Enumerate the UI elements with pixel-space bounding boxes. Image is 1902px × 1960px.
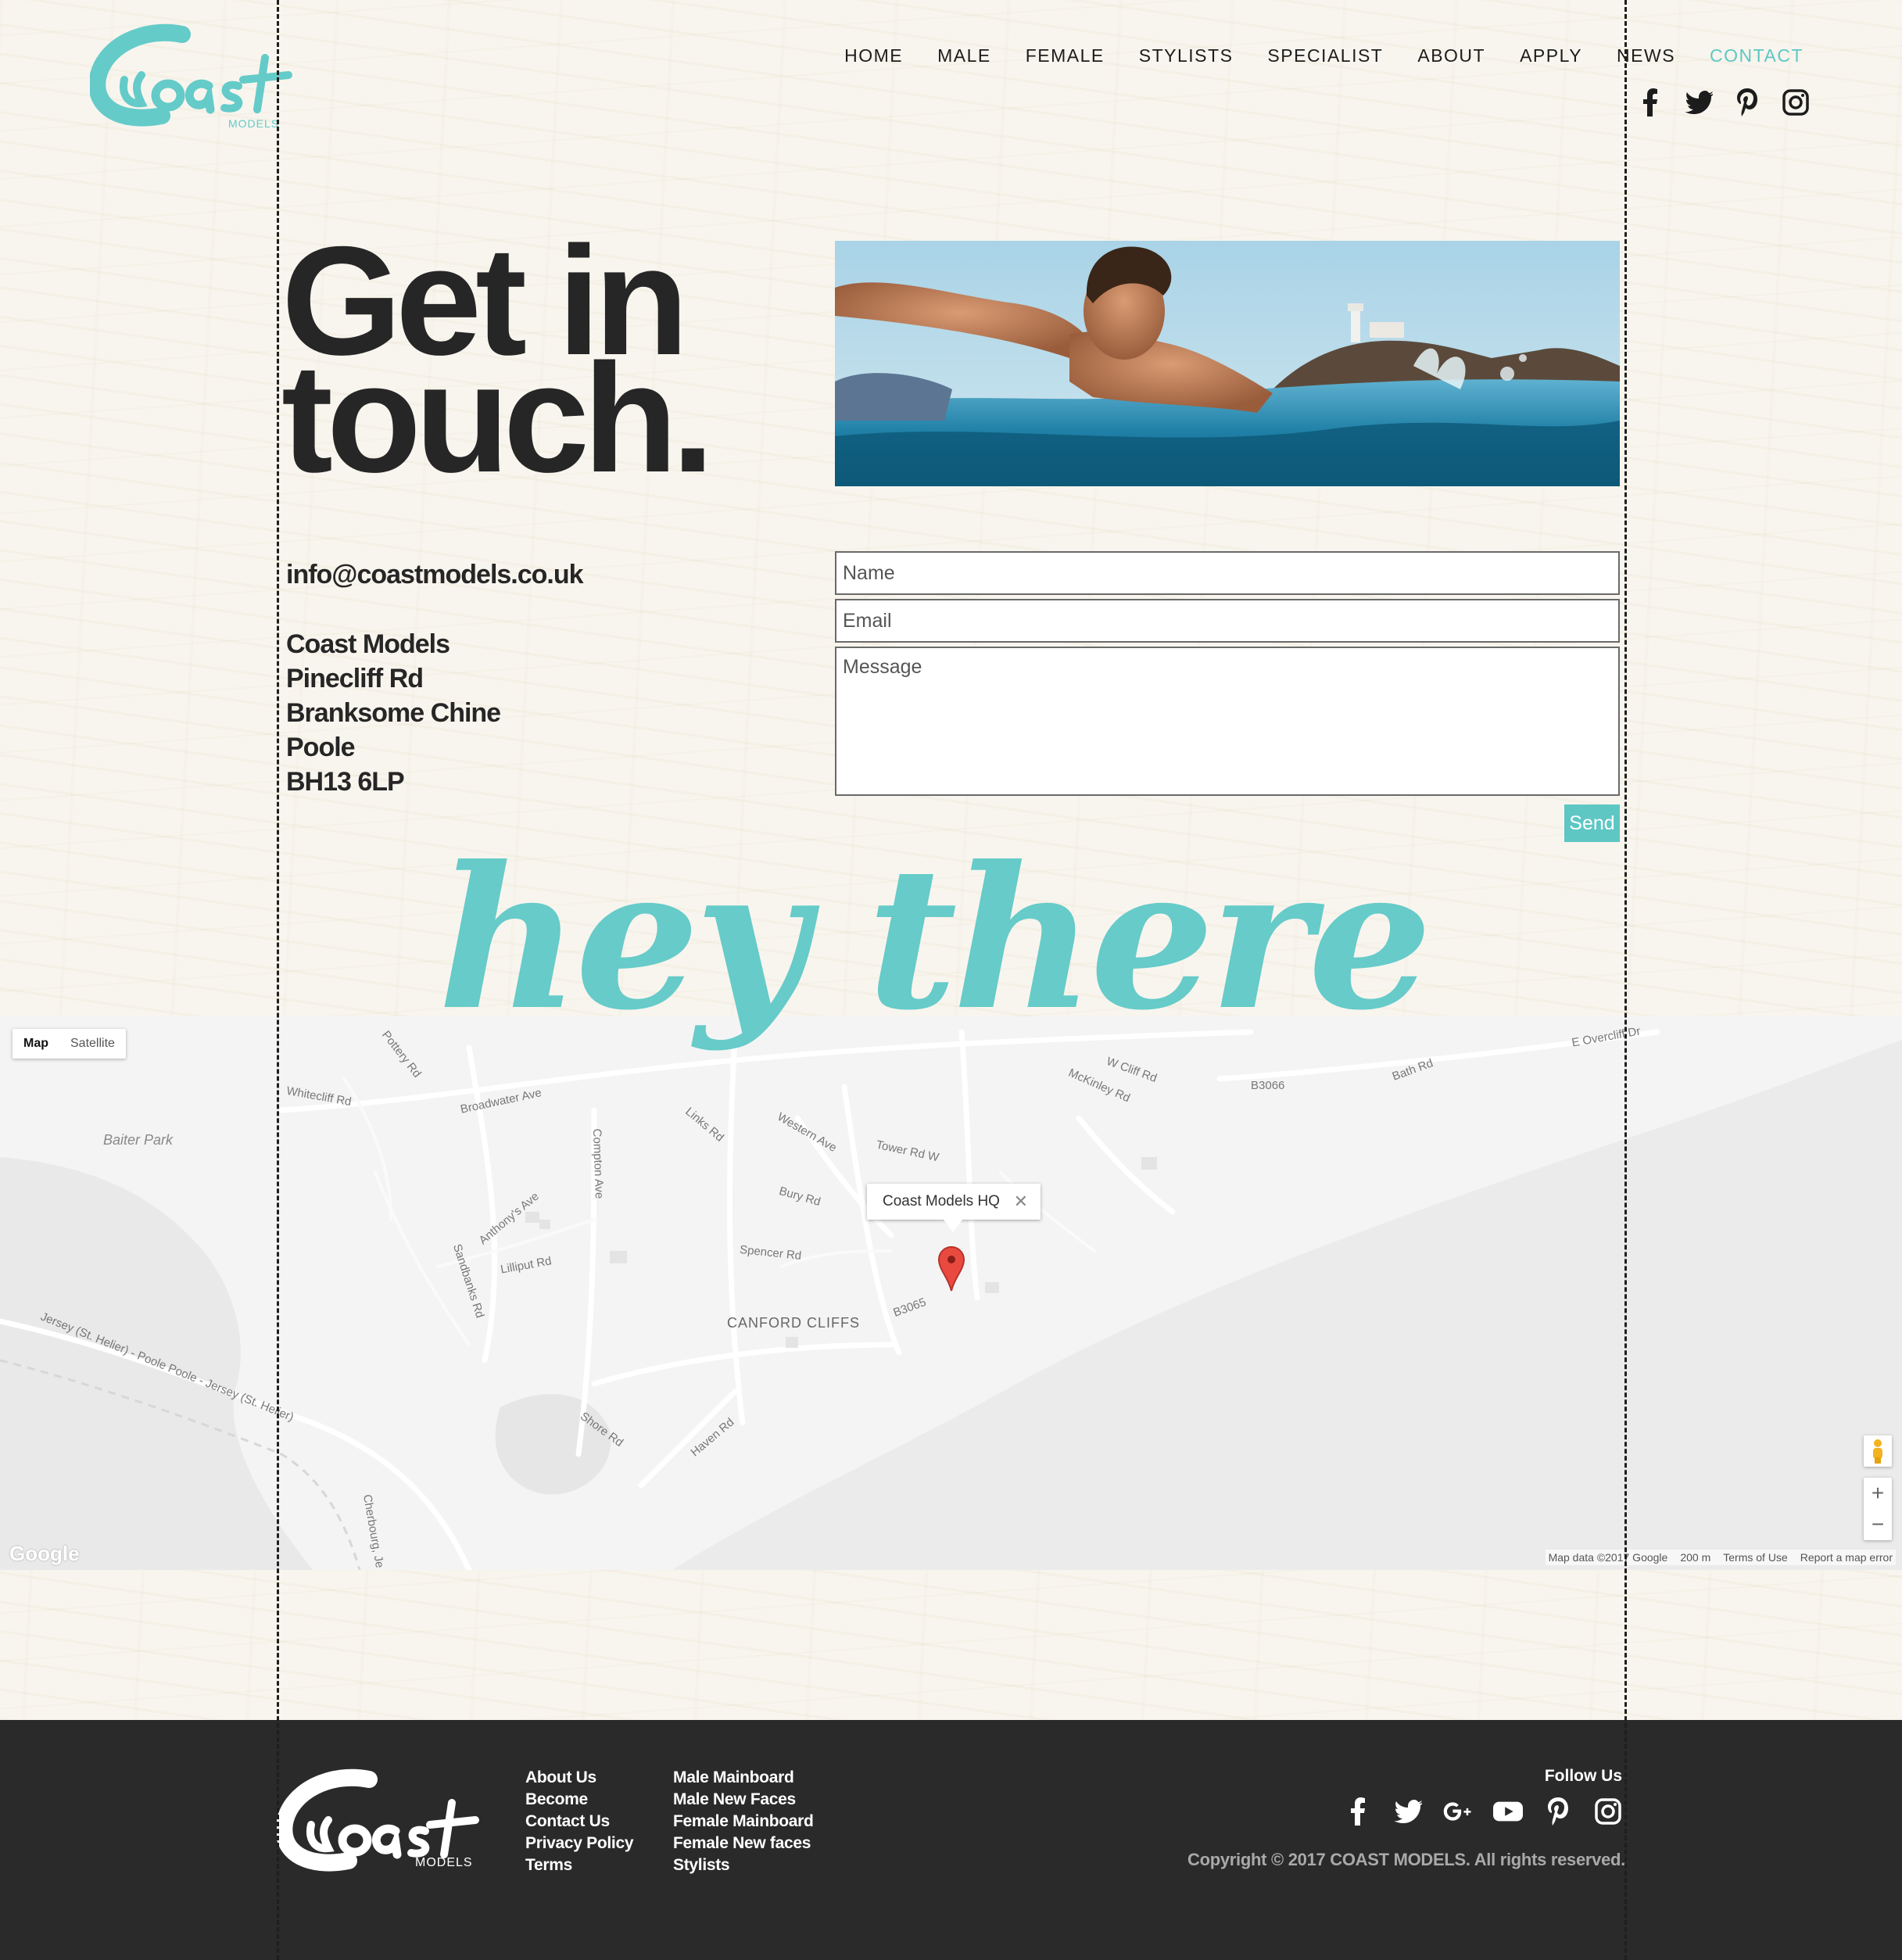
- main-nav: HOME MALE FEMALE STYLISTS SPECIALIST ABO…: [844, 45, 1803, 66]
- page-title-line-2: touch.: [281, 331, 715, 504]
- map-label: B3066: [1251, 1079, 1285, 1092]
- contact-address: Coast Models Pinecliff Rd Branksome Chin…: [286, 627, 501, 799]
- header-social-links: [1635, 88, 1811, 117]
- footer-links-boards: Male Mainboard Male New Faces Female Mai…: [673, 1767, 814, 1876]
- twitter-icon[interactable]: [1393, 1797, 1423, 1826]
- address-line: Coast Models: [286, 629, 450, 659]
- map-type-map[interactable]: Map: [13, 1029, 59, 1059]
- contact-email[interactable]: info@coastmodels.co.uk: [286, 560, 584, 590]
- script-text: hey there: [438, 823, 1432, 1053]
- twitter-icon[interactable]: [1684, 88, 1714, 117]
- nav-apply[interactable]: APPLY: [1520, 45, 1582, 66]
- instagram-icon[interactable]: [1593, 1797, 1623, 1826]
- address-line: BH13 6LP: [286, 767, 405, 797]
- pinterest-icon[interactable]: [1732, 88, 1762, 117]
- follow-us-label: Follow Us: [1544, 1767, 1622, 1785]
- hero-image-swimmer: [835, 241, 1620, 486]
- footer-link[interactable]: Stylists: [673, 1854, 814, 1876]
- footer-social-links: [1343, 1797, 1623, 1826]
- map-scale[interactable]: 200 m: [1680, 1551, 1710, 1564]
- footer-link[interactable]: Female Mainboard: [673, 1811, 814, 1833]
- address-line: Branksome Chine: [286, 698, 501, 728]
- info-window-tail: [944, 1220, 962, 1232]
- footer-link[interactable]: Contact Us: [525, 1811, 633, 1833]
- site-footer: MODELS About Us Become Contact Us Privac…: [0, 1720, 1902, 1960]
- facebook-icon[interactable]: [1635, 88, 1665, 117]
- name-field[interactable]: [835, 551, 1620, 595]
- page-title: Get in touch.: [281, 224, 715, 504]
- pinterest-icon[interactable]: [1543, 1797, 1573, 1826]
- close-icon[interactable]: ✕: [1014, 1191, 1028, 1212]
- google-logo: Google: [9, 1542, 80, 1565]
- coast-models-logo[interactable]: [88, 23, 293, 133]
- nav-home[interactable]: HOME: [844, 45, 903, 66]
- map-type-satellite[interactable]: Satellite: [59, 1029, 126, 1059]
- guide-line-left: [277, 0, 279, 1960]
- youtube-icon[interactable]: [1493, 1797, 1523, 1826]
- footer-link[interactable]: Become: [525, 1789, 633, 1811]
- zoom-control: + −: [1864, 1478, 1892, 1540]
- footer-link[interactable]: About Us: [525, 1767, 633, 1789]
- location-map[interactable]: Map Satellite Baiter Park Whitecliff Rd …: [0, 1016, 1902, 1570]
- nav-specialist[interactable]: SPECIALIST: [1267, 45, 1383, 66]
- nav-contact[interactable]: CONTACT: [1710, 45, 1803, 66]
- instagram-icon[interactable]: [1781, 88, 1811, 117]
- footer-links-company: About Us Become Contact Us Privacy Polic…: [525, 1767, 634, 1876]
- address-line: Pinecliff Rd: [286, 664, 424, 693]
- street-view-pegman-icon[interactable]: [1864, 1435, 1892, 1467]
- report-map-error-link[interactable]: Report a map error: [1800, 1551, 1893, 1564]
- message-field[interactable]: [835, 647, 1620, 796]
- footer-link[interactable]: Terms: [525, 1854, 633, 1876]
- map-attribution: Map data ©2017 Google: [1548, 1551, 1668, 1564]
- map-info-window: Coast Models HQ ✕: [867, 1184, 1041, 1220]
- map-type-control: Map Satellite: [13, 1029, 126, 1059]
- send-button[interactable]: Send: [1564, 804, 1620, 842]
- email-field[interactable]: [835, 599, 1620, 643]
- footer-link[interactable]: Female New faces: [673, 1833, 814, 1854]
- copyright-notice: Copyright © 2017 COAST MODELS. All right…: [1187, 1850, 1625, 1869]
- footer-link[interactable]: Male New Faces: [673, 1789, 814, 1811]
- nav-about[interactable]: ABOUT: [1417, 45, 1485, 66]
- zoom-out-button[interactable]: −: [1864, 1509, 1892, 1540]
- guide-line-right: [1624, 0, 1627, 1960]
- footer-link[interactable]: Male Mainboard: [673, 1767, 814, 1789]
- footer-link[interactable]: Privacy Policy: [525, 1833, 634, 1854]
- map-attribution-bar: Map data ©2017 Google 200 m Terms of Use…: [1545, 1550, 1896, 1565]
- nav-female[interactable]: FEMALE: [1026, 45, 1105, 66]
- terms-of-use-link[interactable]: Terms of Use: [1723, 1551, 1787, 1564]
- nav-stylists[interactable]: STYLISTS: [1139, 45, 1234, 66]
- footer-logo-subtitle: MODELS: [415, 1856, 473, 1869]
- google-plus-icon[interactable]: [1443, 1797, 1473, 1826]
- address-line: Poole: [286, 733, 356, 762]
- logo-subtitle: MODELS: [228, 117, 280, 130]
- map-marker-icon[interactable]: [937, 1246, 965, 1295]
- nav-male[interactable]: MALE: [937, 45, 991, 66]
- map-label: Baiter Park: [103, 1132, 174, 1148]
- map-label: CANFORD CLIFFS: [727, 1315, 861, 1331]
- logo-mark: [88, 23, 292, 127]
- zoom-in-button[interactable]: +: [1864, 1478, 1892, 1509]
- marker-title: Coast Models HQ: [883, 1193, 1000, 1209]
- facebook-icon[interactable]: [1343, 1797, 1373, 1826]
- map-label: Compton Ave: [589, 1128, 606, 1199]
